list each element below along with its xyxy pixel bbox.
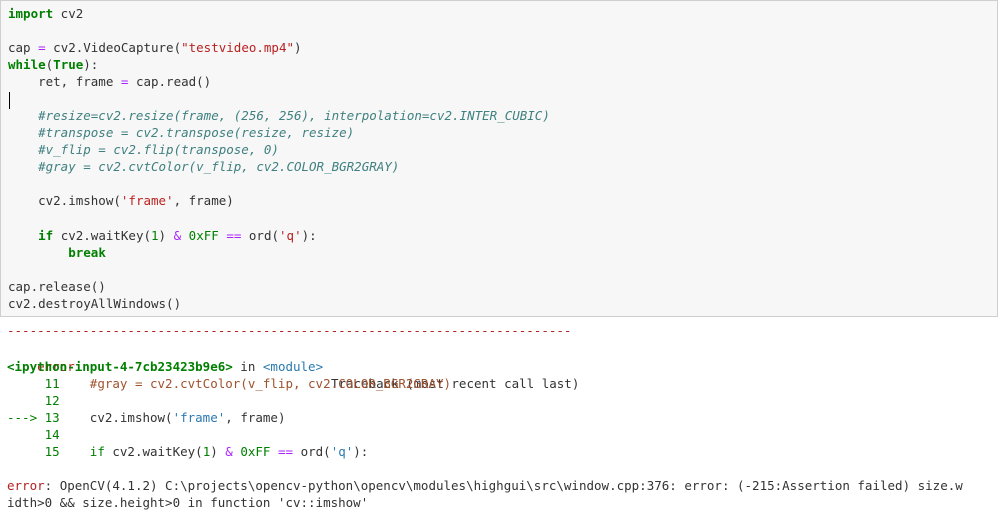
- code-line-10: if cv2.waitKey(1) & 0xFF == ord('q'):: [38, 228, 317, 243]
- error-message-line-1: error: OpenCV(4.1.2) C:\projects\opencv-…: [7, 478, 963, 493]
- error-message-line-2: idth>0 && size.height>0 in function 'cv:…: [7, 495, 369, 510]
- code-line-2: cap = cv2.VideoCapture("testvideo.mp4"): [8, 40, 302, 55]
- code-line-8: #gray = cv2.cvtColor(v_flip, cv2.COLOR_B…: [8, 159, 400, 174]
- traceback-location: <ipython-input-4-7cb23423b9e6> in <modul…: [7, 359, 324, 374]
- traceback-line-15: 15 if cv2.waitKey(1) & 0xFF == ord('q'):: [7, 444, 369, 459]
- code-line-13: cv2.destroyAllWindows(): [8, 296, 182, 311]
- traceback-separator: ----------------------------------------…: [7, 323, 572, 338]
- traceback-line-13: ---> 13 cv2.imshow('frame', frame): [7, 410, 286, 425]
- code-line-9: cv2.imshow('frame', frame): [8, 193, 234, 208]
- code-cell[interactable]: import cv2 cap = cv2.VideoCapture("testv…: [0, 0, 998, 317]
- code-line-6: #transpose = cv2.transpose(resize, resiz…: [8, 125, 355, 140]
- traceback-line-11: 11 #gray = cv2.cvtColor(v_flip, cv2.COLO…: [7, 376, 452, 391]
- code-line-12: cap.release(): [8, 279, 106, 294]
- code-line-5: #resize=cv2.resize(frame, (256, 256), in…: [8, 108, 550, 123]
- traceback-line-14: 14: [7, 427, 60, 442]
- traceback-line-12: 12: [7, 393, 60, 408]
- traceback-header: error Traceback (most recent call last): [7, 341, 587, 391]
- code-line-7: #v_flip = cv2.flip(transpose, 0): [8, 142, 279, 157]
- code-line-1: import cv2: [8, 6, 84, 21]
- code-line-4: ret, frame = cap.read(): [8, 74, 212, 89]
- code-line-11: break: [68, 245, 106, 260]
- code-line-3: while(True):: [8, 57, 99, 72]
